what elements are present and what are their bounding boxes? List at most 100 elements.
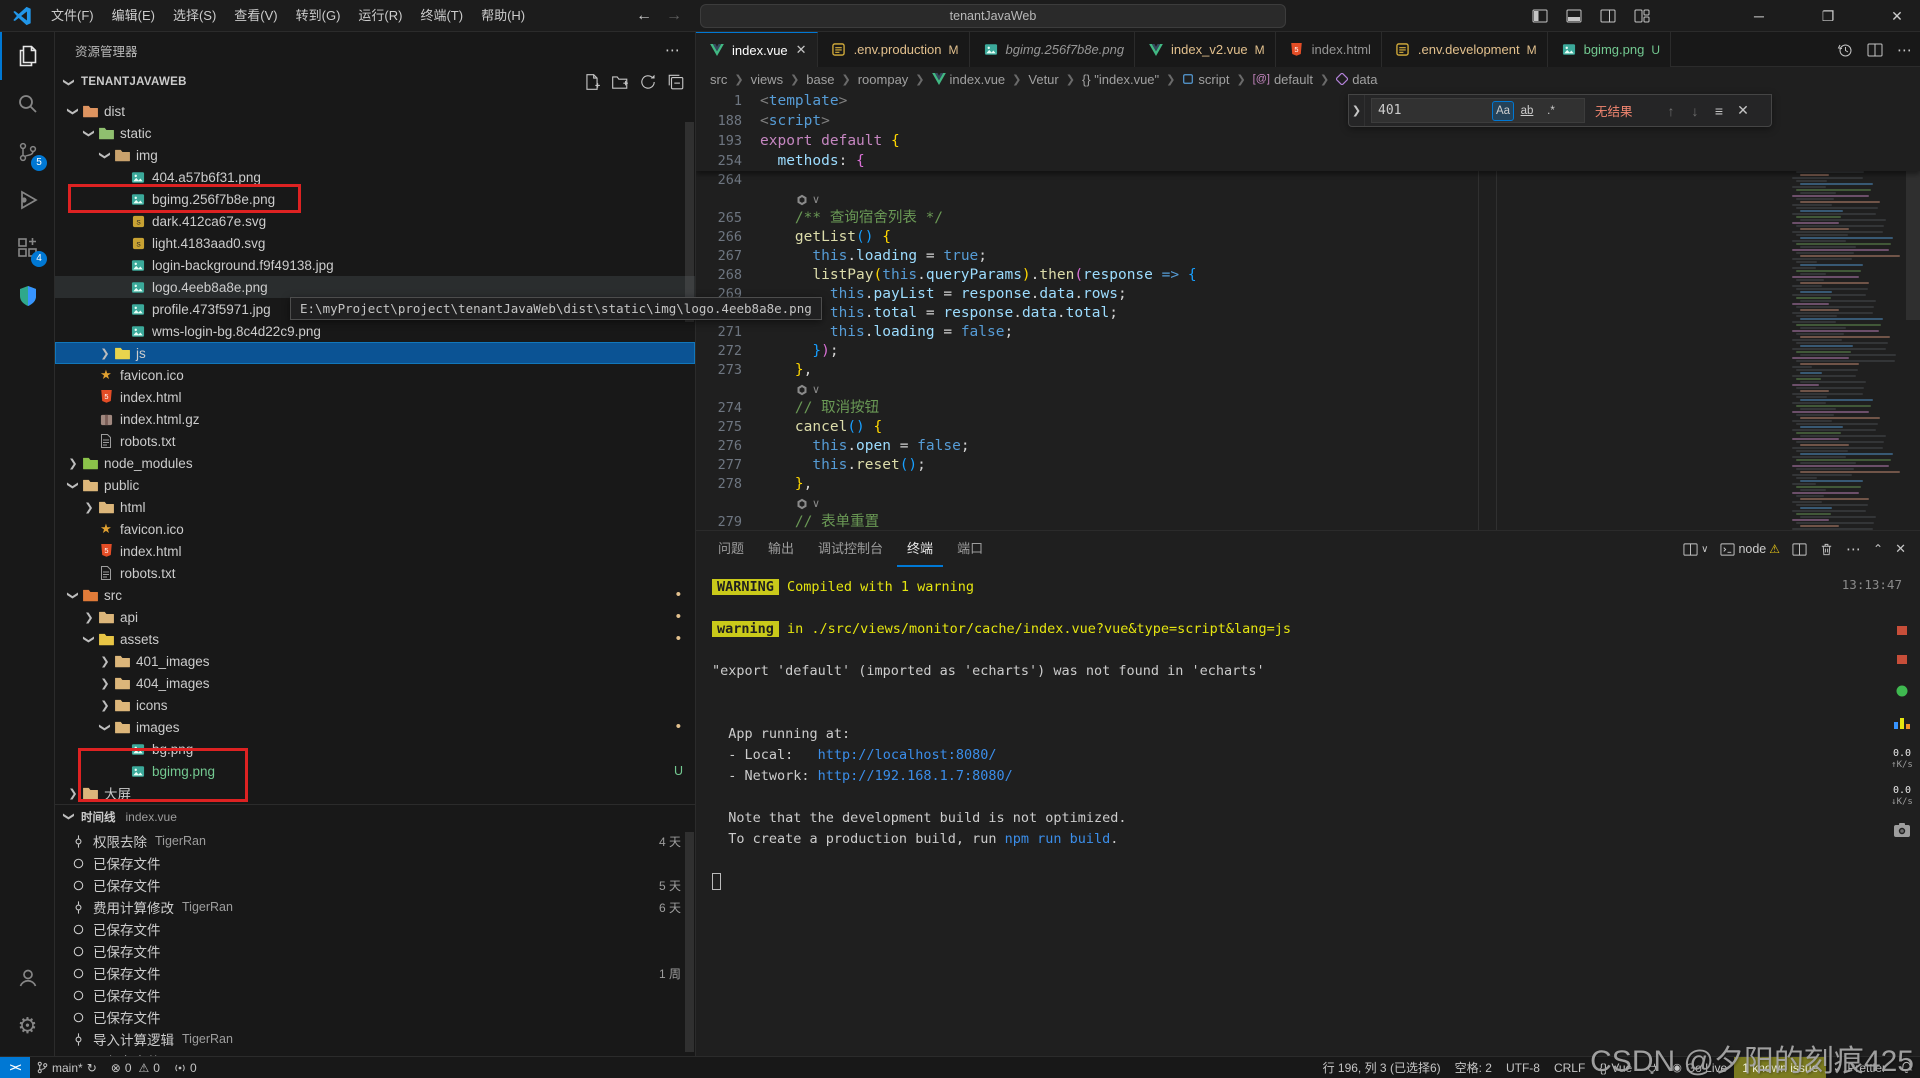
tree-item-static[interactable]: ❯ static — [55, 122, 695, 144]
vue-helper-lens-icon[interactable]: ∨ — [796, 383, 820, 396]
panel-tab-端口[interactable]: 端口 — [947, 531, 993, 567]
breadcrumb-item-default[interactable]: [@] default — [1253, 72, 1313, 87]
find-in-selection-button[interactable]: ≡ — [1707, 103, 1731, 119]
nav-back-button[interactable]: ← — [636, 7, 652, 25]
minimap[interactable] — [1792, 150, 1904, 530]
tree-item-icons[interactable]: ❯ icons — [55, 694, 695, 716]
menu-help[interactable]: 帮助(H) — [472, 8, 534, 23]
breadcrumb-item-script[interactable]: script — [1182, 72, 1229, 87]
regex-button[interactable]: .* — [1540, 101, 1562, 121]
workspace-section-header[interactable]: ❯ TENANTJAVAWEB — [55, 70, 695, 94]
terminal-link[interactable]: npm run build — [1005, 831, 1111, 847]
panel-more-actions-icon[interactable]: ⋯ — [1846, 540, 1861, 558]
explorer-more-actions-icon[interactable]: ⋯ — [665, 41, 681, 59]
timeline-item[interactable]: 已保存文件 — [55, 852, 695, 874]
tree-item-api[interactable]: ❯ api • — [55, 606, 695, 628]
timeline-item[interactable]: 费用计算修改 TigerRan 6 天 — [55, 896, 695, 918]
toggle-secondary-sidebar-icon[interactable] — [1600, 8, 1616, 24]
tree-item-bg.png[interactable]: bg.png — [55, 738, 695, 760]
language-status[interactable]: {} Vue — [1592, 1057, 1639, 1078]
window-restore-button[interactable]: ❐ — [1805, 0, 1851, 32]
tree-item-bgimg.256f7b8e.png[interactable]: bgimg.256f7b8e.png — [55, 188, 695, 210]
activity-search-icon[interactable] — [0, 80, 55, 128]
tree-item-logo.4eeb8a8e.png[interactable]: logo.4eeb8a8e.png — [55, 276, 695, 298]
tree-item-js[interactable]: ❯ js — [55, 342, 695, 364]
known-issue-badge[interactable]: 1 known issue — [1734, 1056, 1827, 1078]
breadcrumb-item-Vetur[interactable]: Vetur — [1028, 72, 1058, 87]
whole-word-button[interactable]: ab — [1516, 101, 1538, 121]
tree-item-404_images[interactable]: ❯ 404_images — [55, 672, 695, 694]
line-number[interactable]: 188 — [696, 111, 746, 131]
tree-item-robots.txt[interactable]: robots.txt — [55, 430, 695, 452]
nav-forward-button[interactable]: → — [666, 7, 682, 25]
menu-selection[interactable]: 选择(S) — [164, 8, 225, 23]
line-number[interactable]: 193 — [696, 131, 746, 151]
new-file-icon[interactable] — [583, 73, 601, 91]
vetur-plug-status[interactable] — [1639, 1057, 1665, 1078]
tab-bgimg.png[interactable]: bgimg.png U — [1547, 32, 1671, 67]
problems-status[interactable]: ⊗ 0 ⚠ 0 — [104, 1057, 167, 1078]
tree-item-index.html.gz[interactable]: index.html.gz — [55, 408, 695, 430]
timeline-item[interactable]: 已保存文件 — [55, 984, 695, 1006]
timeline-item[interactable]: 已保存文件 — [55, 918, 695, 940]
terminal-tab-node[interactable]: node ⚠ — [1720, 542, 1780, 557]
terminal-output[interactable]: WARNING Compiled with 1 warning warning i… — [712, 577, 1880, 892]
activity-extension-shield-icon[interactable] — [0, 272, 55, 320]
line-number[interactable]: 278 — [696, 475, 746, 494]
line-number[interactable]: 254 — [696, 151, 746, 171]
line-number[interactable]: 272 — [696, 342, 746, 361]
timeline-item[interactable]: 已保存文件 5 天 — [55, 874, 695, 896]
tab-index.html[interactable]: 5 index.html — [1275, 32, 1382, 67]
timeline-history-icon[interactable] — [1837, 42, 1853, 58]
terminal-new-split-icon[interactable]: ∨ — [1683, 542, 1708, 557]
tree-item-index.html[interactable]: 5 index.html — [55, 540, 695, 562]
tree-item-wms-login-bg.8c4d22c9.png[interactable]: wms-login-bg.8c4d22c9.png — [55, 320, 695, 342]
line-number[interactable]: 267 — [696, 247, 746, 266]
line-number[interactable]: 275 — [696, 418, 746, 437]
prettier-status[interactable]: ✓ Prettier — [1826, 1057, 1893, 1078]
tree-item-login-background.f9f49138.jpg[interactable]: login-background.f9f49138.jpg — [55, 254, 695, 276]
editor-more-actions-icon[interactable]: ⋯ — [1897, 41, 1912, 59]
panel-maximize-icon[interactable]: ⌃ — [1873, 542, 1883, 556]
tree-item-html[interactable]: ❯ html — [55, 496, 695, 518]
tree-item-dist[interactable]: ❯ dist — [55, 100, 695, 122]
remote-indicator[interactable]: >< — [0, 1056, 30, 1078]
line-number[interactable]: 279 — [696, 513, 746, 530]
timeline-header[interactable]: ❯ 时间线 index.vue — [55, 804, 695, 828]
menu-edit[interactable]: 编辑(E) — [103, 8, 164, 23]
menu-file[interactable]: 文件(F) — [42, 8, 103, 23]
menu-view[interactable]: 查看(V) — [225, 8, 286, 23]
encoding-status[interactable]: UTF-8 — [1499, 1057, 1547, 1078]
tree-item-node_modules[interactable]: ❯ node_modules — [55, 452, 695, 474]
tree-item-images[interactable]: ❯ images • — [55, 716, 695, 738]
line-number[interactable]: 273 — [696, 361, 746, 380]
find-next-button[interactable]: ↓ — [1683, 103, 1707, 119]
breadcrumb-item-roompay[interactable]: roompay — [858, 72, 909, 87]
split-terminal-icon[interactable] — [1792, 542, 1807, 557]
refresh-icon[interactable] — [639, 73, 657, 91]
match-case-button[interactable]: Aa — [1492, 100, 1514, 121]
activity-run-debug-icon[interactable] — [0, 176, 55, 224]
activity-settings-icon[interactable]: ⚙ — [0, 1002, 55, 1050]
camera-icon[interactable] — [1893, 822, 1911, 838]
find-close-button[interactable]: ✕ — [1731, 102, 1755, 119]
activity-source-control-icon[interactable]: 5 — [0, 128, 55, 176]
tree-item-light.4183aad0.svg[interactable]: Slight.4183aad0.svg — [55, 232, 695, 254]
panel-tab-问题[interactable]: 问题 — [708, 531, 754, 567]
tree-item-favicon.ico[interactable]: ★ favicon.ico — [55, 364, 695, 386]
find-previous-button[interactable]: ↑ — [1659, 103, 1683, 119]
timeline-scrollbar[interactable] — [685, 832, 694, 1052]
breadcrumb-item-src[interactable]: src — [710, 72, 727, 87]
tab-index.vue[interactable]: index.vue ✕ — [696, 32, 818, 67]
tree-item-assets[interactable]: ❯ assets • — [55, 628, 695, 650]
panel-tab-输出[interactable]: 输出 — [758, 531, 804, 567]
cursor-position-status[interactable]: 行 196, 列 3 (已选择6) — [1316, 1057, 1448, 1078]
activity-account-icon[interactable] — [0, 954, 55, 1002]
toggle-sidebar-icon[interactable] — [1532, 8, 1548, 24]
tree-item-img[interactable]: ❯ img — [55, 144, 695, 166]
tab-.env.development[interactable]: .env.development M — [1381, 32, 1548, 67]
sidebar-scrollbar[interactable] — [685, 122, 694, 322]
tab-bgimg.256f7b8e.png[interactable]: bgimg.256f7b8e.png — [969, 32, 1136, 67]
line-number[interactable]: 268 — [696, 266, 746, 285]
panel-close-icon[interactable]: ✕ — [1895, 541, 1906, 557]
